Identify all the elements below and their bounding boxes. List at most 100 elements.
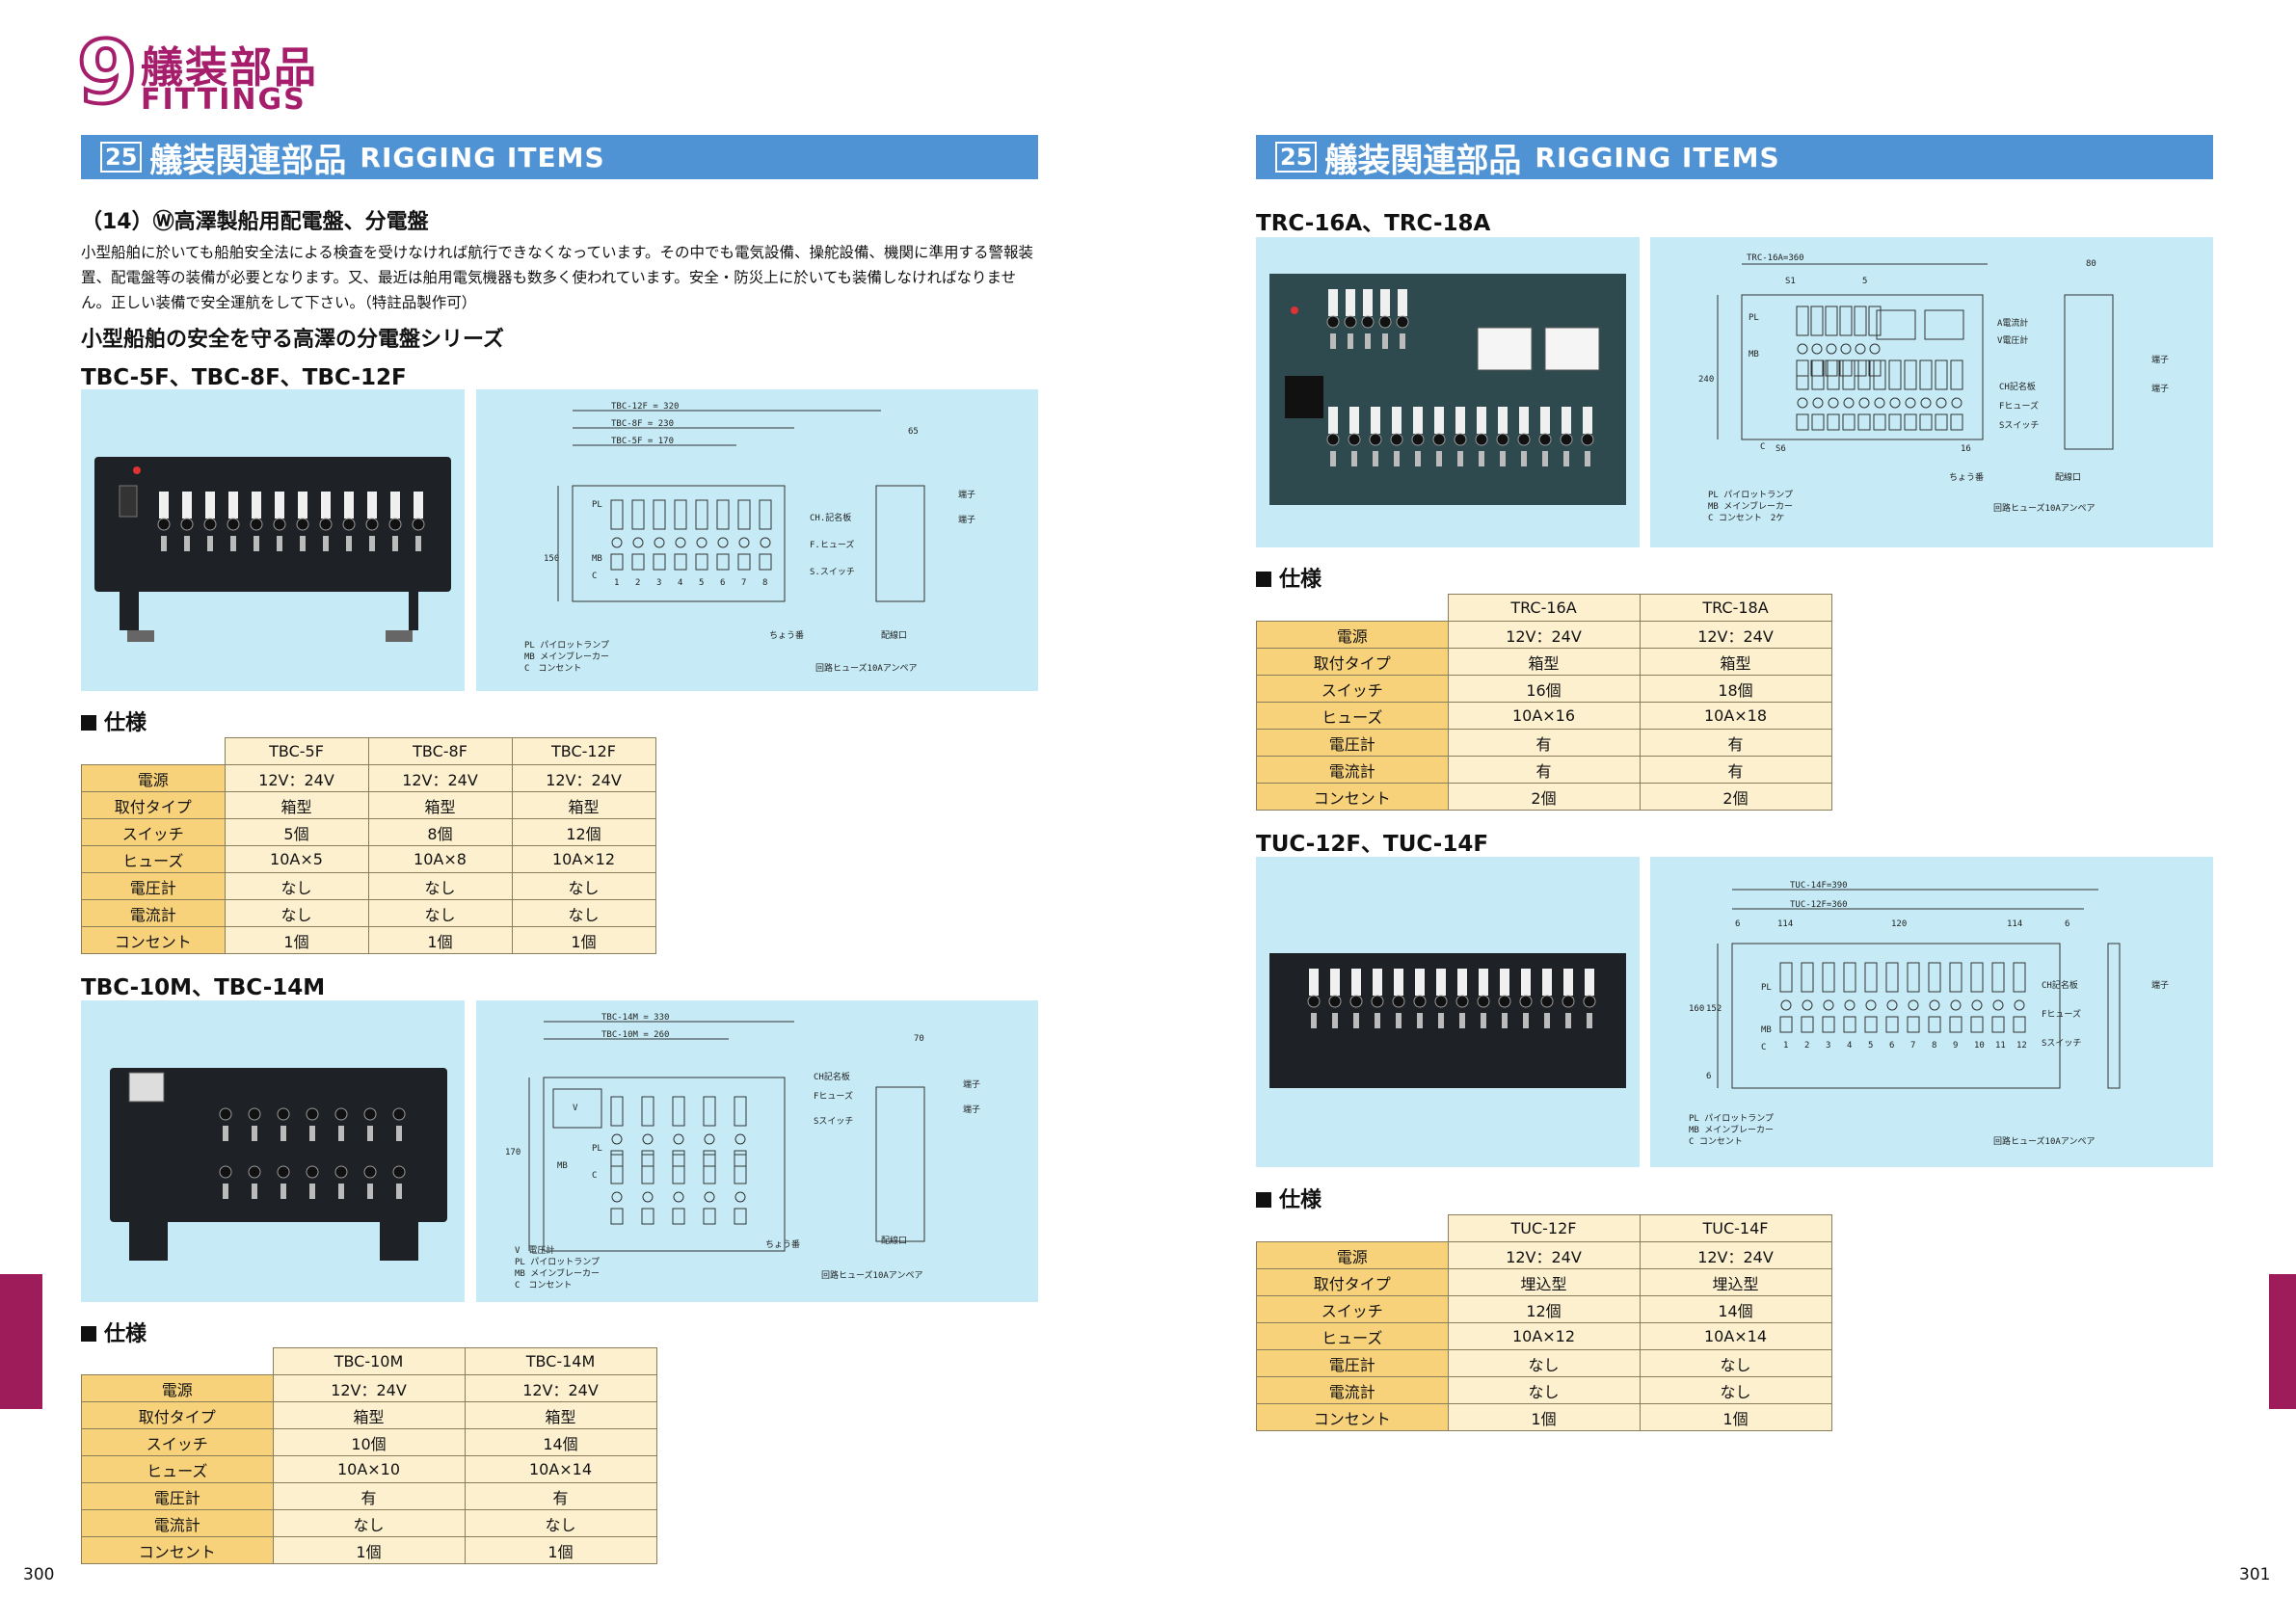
switch-symbol bbox=[610, 553, 624, 571]
table-cell: 16個 bbox=[1447, 675, 1641, 703]
row-label: スイッチ bbox=[81, 1428, 274, 1456]
label-plate bbox=[1371, 407, 1380, 434]
table-row: ヒューズ 10A×16 10A×18 bbox=[1256, 702, 1832, 730]
switch-symbol bbox=[1991, 1016, 2005, 1033]
table-row: 電流計 なし なし なし bbox=[81, 899, 656, 927]
row-label: 取付タイプ bbox=[81, 1401, 274, 1429]
table-row: 取付タイプ 埋込型 埋込型 bbox=[1256, 1268, 1832, 1296]
page-number-left: 300 bbox=[23, 1565, 55, 1584]
switch-symbol bbox=[1801, 1016, 1814, 1033]
name-plate bbox=[1919, 359, 1933, 390]
svg-text:V電圧計: V電圧計 bbox=[1997, 334, 2028, 346]
label-plate bbox=[1330, 969, 1340, 996]
table-cell: 12個 bbox=[511, 818, 656, 846]
toggle-switch bbox=[207, 536, 213, 551]
table-cell: なし bbox=[511, 899, 656, 927]
fuse-holder bbox=[1349, 995, 1363, 1008]
circuit-number: 10 bbox=[1974, 1041, 1985, 1051]
fuse-holder bbox=[1434, 995, 1448, 1008]
fuse-holder bbox=[334, 1165, 348, 1179]
table-row: スイッチ 16個 18個 bbox=[1256, 675, 1832, 703]
fuse-holder bbox=[248, 1165, 261, 1179]
label-plate bbox=[1542, 969, 1552, 996]
fuse-symbol bbox=[1843, 397, 1855, 409]
spec-heading: 仕様 bbox=[81, 1317, 147, 1347]
product-photo-tbc-f bbox=[81, 389, 465, 691]
switch-symbol bbox=[641, 1208, 654, 1225]
label-plate bbox=[1373, 969, 1382, 996]
svg-text:PL パイロットランプ: PL パイロットランプ bbox=[1708, 490, 1793, 500]
table-cell: なし bbox=[272, 1509, 466, 1537]
table-cell: 14個 bbox=[1639, 1295, 1832, 1323]
fuse-holder bbox=[1392, 995, 1405, 1008]
svg-text:Fヒューズ: Fヒューズ bbox=[2042, 1008, 2081, 1020]
toggle-switch bbox=[1400, 333, 1405, 349]
label-plate bbox=[1477, 407, 1486, 434]
model-heading-tuc: TUC-12F、TUC-14F bbox=[1256, 832, 1489, 857]
subheading: （14）Ⓦ高澤製船用配電盤、分電盤 bbox=[81, 210, 429, 234]
column-header: TRC-18A bbox=[1639, 594, 1832, 622]
table-cell: 箱型 bbox=[464, 1401, 657, 1429]
fuse-holder bbox=[1519, 995, 1533, 1008]
toggle-switch bbox=[1438, 1013, 1444, 1028]
switch-symbol bbox=[631, 553, 645, 571]
table-cell: 10A×16 bbox=[1447, 702, 1641, 730]
toggle-switch bbox=[1353, 1013, 1359, 1028]
fuse-symbol bbox=[1929, 999, 1940, 1011]
switch-symbol bbox=[610, 1150, 624, 1167]
column-header: TBC-5F bbox=[224, 737, 369, 765]
table-cell: 12個 bbox=[1447, 1295, 1641, 1323]
table-row: コンセント 1個 1個 1個 bbox=[81, 926, 656, 954]
label-plate bbox=[1436, 969, 1446, 996]
switch-symbol bbox=[674, 553, 687, 571]
table-row: 取付タイプ 箱型 箱型 bbox=[81, 1401, 657, 1429]
label-plate bbox=[1585, 969, 1594, 996]
table-row: 電流計 なし なし bbox=[81, 1509, 657, 1537]
toggle-switch bbox=[1457, 451, 1463, 466]
fuse-holder bbox=[1326, 433, 1340, 446]
row-label: ヒューズ bbox=[1256, 702, 1449, 730]
table-row: スイッチ 5個 8個 12個 bbox=[81, 818, 656, 846]
toggle-switch bbox=[1394, 451, 1400, 466]
name-plate bbox=[1949, 962, 1962, 993]
section-number: 25 bbox=[1275, 142, 1318, 173]
fuse-symbol bbox=[1992, 999, 2004, 1011]
circuit-number: 8 bbox=[1932, 1041, 1936, 1051]
table-row: 電流計 なし なし bbox=[1256, 1376, 1832, 1404]
table-cell: 埋込型 bbox=[1447, 1268, 1641, 1296]
toggle-switch bbox=[396, 1126, 402, 1141]
table-row: コンセント 1個 1個 bbox=[1256, 1403, 1832, 1431]
table-row: 電圧計 なし なし bbox=[1256, 1349, 1832, 1377]
fuse-symbol bbox=[1858, 397, 1870, 409]
table-cell: 1個 bbox=[272, 1536, 466, 1564]
label-plate bbox=[344, 492, 354, 519]
switch-symbol bbox=[1810, 359, 1824, 377]
svg-text:端子: 端子 bbox=[2151, 979, 2169, 991]
table-cell: 12V：24V bbox=[367, 764, 513, 792]
fuse-holder bbox=[1455, 995, 1469, 1008]
svg-text:CH記名板: CH記名板 bbox=[814, 1071, 850, 1082]
fuse-holder bbox=[219, 1107, 232, 1121]
fuse-holder bbox=[1326, 315, 1340, 329]
label-plate bbox=[1398, 289, 1407, 316]
name-plate bbox=[703, 1154, 716, 1184]
table-row: 取付タイプ 箱型 箱型 箱型 bbox=[81, 791, 656, 819]
switch-symbol bbox=[1854, 359, 1867, 377]
name-plate bbox=[1811, 359, 1825, 390]
name-plate bbox=[1904, 359, 1917, 390]
label-plate bbox=[1413, 407, 1423, 434]
row-label: 電圧計 bbox=[1256, 729, 1449, 757]
table-cell: 箱型 bbox=[367, 791, 513, 819]
switch-symbol bbox=[703, 1150, 716, 1167]
svg-text:PL: PL bbox=[592, 1144, 602, 1154]
chapter-number: 9 bbox=[75, 22, 140, 123]
switch-symbol bbox=[1842, 413, 1855, 431]
label-plate bbox=[1363, 289, 1373, 316]
fuse-holder bbox=[1396, 315, 1409, 329]
toggle-switch bbox=[1351, 451, 1357, 466]
fuse-holder bbox=[1583, 995, 1596, 1008]
fuse-symbol bbox=[1971, 999, 1983, 1011]
circuit-number: 8 bbox=[762, 578, 767, 588]
toggle-switch bbox=[1436, 451, 1442, 466]
svg-text:70: 70 bbox=[914, 1034, 924, 1044]
